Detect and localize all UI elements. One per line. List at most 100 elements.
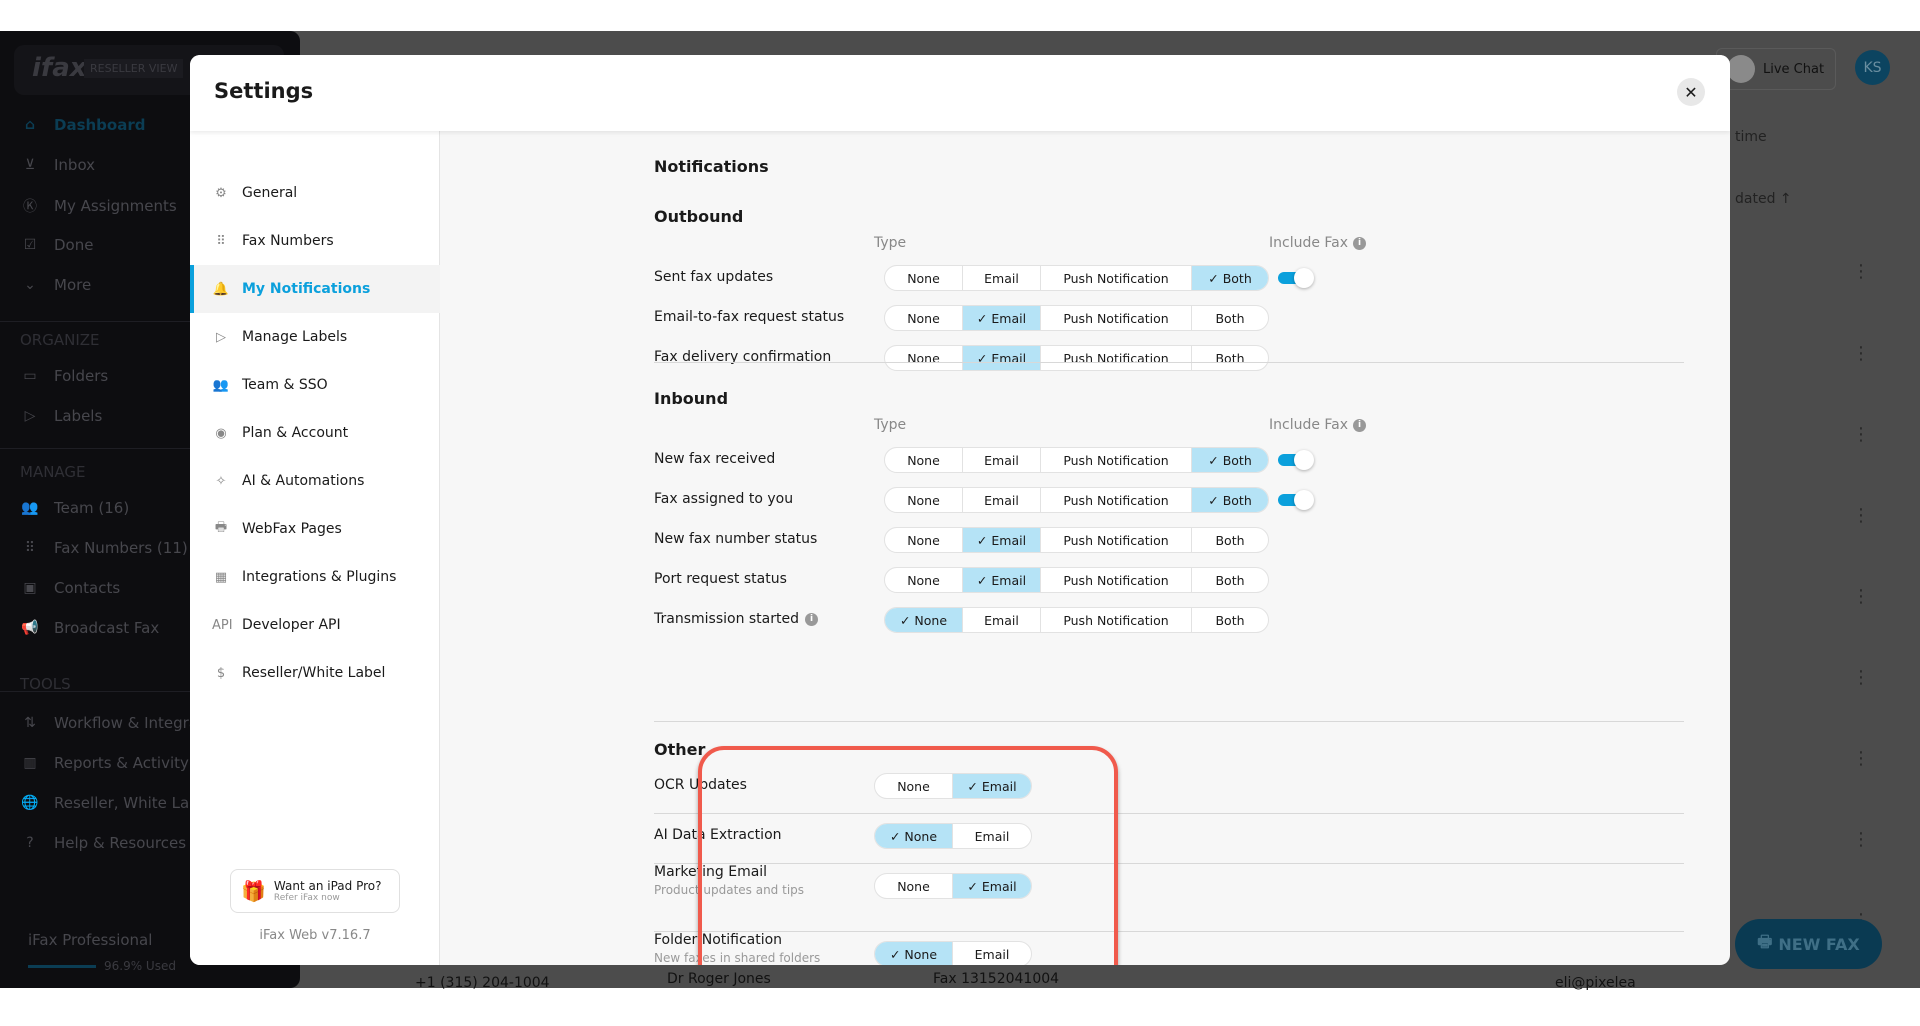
sidebar-item[interactable]: ⊻ Inbox [20,156,95,174]
option-both[interactable]: ✓ Both [1192,266,1268,290]
option-push-notification[interactable]: Push Notification [1041,488,1192,512]
option-none[interactable]: None [885,448,963,472]
option-none[interactable]: None [885,488,963,512]
label-icon: ▷ [24,408,36,424]
outbound-heading: Outbound [654,207,744,226]
gear-icon: ⚙ [215,185,227,201]
notification-row-label: Fax assigned to you [654,491,794,507]
row-menu-icon[interactable]: ⋮ [1852,424,1870,445]
row-menu-icon[interactable]: ⋮ [1852,343,1870,364]
sidebar-item[interactable]: Ⓚ My Assignments [20,196,177,216]
nav-item[interactable]: $ Reseller/White Label [190,649,440,697]
option-push-notification[interactable]: Push Notification [1041,528,1192,552]
include-fax-toggle[interactable] [1278,490,1314,510]
row-menu-icon[interactable]: ⋮ [1852,505,1870,526]
option-push-notification[interactable]: Push Notification [1041,568,1192,592]
row-menu-icon[interactable]: ⋮ [1852,261,1870,282]
folder-icon: ▭ [23,368,37,384]
nav-item[interactable]: API Developer API [190,601,440,649]
modal-header: Settings ✕ [190,55,1730,131]
sidebar-item[interactable]: ⌂ Dashboard [20,116,146,134]
option-email[interactable]: Email [963,608,1041,632]
row-menu-icon[interactable]: ⋮ [1852,667,1870,688]
type-column-label: Type [874,417,907,433]
option-none[interactable]: None [885,528,963,552]
row-menu-icon[interactable]: ⋮ [1852,748,1870,769]
app-version: iFax Web v7.16.7 [259,928,371,943]
option-push-notification[interactable]: Push Notification [1041,608,1192,632]
new-fax-button[interactable]: 🖶 NEW FAX [1735,919,1882,969]
bell-icon: 🔔 [212,281,230,297]
sidebar-item[interactable]: 📢 Broadcast Fax [20,619,159,637]
printer-icon: 🖶 [1757,931,1773,951]
option-push-notification[interactable]: Push Notification [1041,346,1192,370]
option-segmented-control: ✓ None Email Push Notification Both [884,607,1269,633]
nav-item[interactable]: 🔔 My Notifications [190,265,440,313]
option-segmented-control: None ✓ Email Push Notification Both [884,527,1269,553]
sidebar-item[interactable]: ⇅ Workflow & Integrat [20,714,204,732]
sidebar-item[interactable]: ⌄ More [20,276,91,294]
dialpad-hand-icon: ⠿ [216,233,226,249]
row-menu-icon[interactable]: ⋮ [1852,829,1870,850]
option-none[interactable]: ✓ None [885,608,963,632]
option-both[interactable]: ✓ Both [1192,448,1268,472]
check-icon: ✓ [976,350,992,366]
reseller-view-toggle[interactable]: RESELLER VIEW [84,59,184,78]
include-fax-toggle[interactable] [1278,268,1314,288]
option-email[interactable]: ✓ Email [963,306,1041,330]
sidebar-item[interactable]: ⠿ Fax Numbers (11) [20,539,188,557]
plan-name: iFax Professional [28,931,153,949]
option-none[interactable]: None [885,346,963,370]
user-avatar[interactable]: KS [1855,50,1890,85]
sidebar-item[interactable]: ? Help & Resources [20,834,186,852]
option-none[interactable]: None [885,568,963,592]
sidebar-item[interactable]: 🌐 Reseller, White Lab [20,794,198,812]
sidebar-item[interactable]: ▷ Labels [20,407,103,425]
option-email[interactable]: ✓ Email [963,528,1041,552]
option-both[interactable]: Both [1192,568,1268,592]
info-icon: i [1353,236,1367,250]
sidebar-item[interactable]: ▥ Reports & Activity [20,754,189,772]
option-push-notification[interactable]: Push Notification [1041,266,1192,290]
nav-item[interactable]: ▷ Manage Labels [190,313,440,361]
option-both[interactable]: ✓ Both [1192,488,1268,512]
option-none[interactable]: None [885,306,963,330]
sort-column[interactable]: dated ↑ [1735,191,1792,207]
nav-item[interactable]: 🖶 WebFax Pages [190,505,440,553]
option-both[interactable]: Both [1192,306,1268,330]
referral-promo[interactable]: 🎁 Want an iPad Pro? Refer iFax now [230,869,400,913]
option-email[interactable]: Email [963,448,1041,472]
option-email[interactable]: Email [963,266,1041,290]
option-email[interactable]: ✓ Email [963,346,1041,370]
sort-select[interactable]: time [1735,129,1767,145]
notification-row-label: New fax received [654,451,776,467]
nav-item[interactable]: ✧ AI & Automations [190,457,440,505]
include-fax-toggle[interactable] [1278,450,1314,470]
grid-icon: ▦ [214,569,228,585]
sidebar-item[interactable]: ☑ Done [20,236,94,254]
check-icon: ✓ [899,612,915,628]
close-button[interactable]: ✕ [1677,78,1705,106]
sidebar-item[interactable]: ▭ Folders [20,367,108,385]
nav-item[interactable]: ⠿ Fax Numbers [190,217,440,265]
row-menu-icon[interactable]: ⋮ [1852,586,1870,607]
notification-row-label: Port request status [654,571,787,587]
option-none[interactable]: None [885,266,963,290]
check-icon: ✓ [976,532,992,548]
option-email[interactable]: ✓ Email [963,568,1041,592]
live-chat-button[interactable]: Live Chat [1716,48,1836,90]
sidebar-item[interactable]: 👥 Team (16) [20,499,129,517]
option-push-notification[interactable]: Push Notification [1041,306,1192,330]
nav-item[interactable]: ◉ Plan & Account [190,409,440,457]
option-both[interactable]: Both [1192,608,1268,632]
nav-item[interactable]: ⚙ General [190,169,440,217]
option-email[interactable]: Email [963,488,1041,512]
sidebar-item[interactable]: ▣ Contacts [20,579,120,597]
nav-item[interactable]: 👥 Team & SSO [190,361,440,409]
option-both[interactable]: Both [1192,346,1268,370]
nav-item[interactable]: ▦ Integrations & Plugins [190,553,440,601]
option-push-notification[interactable]: Push Notification [1041,448,1192,472]
inbound-heading: Inbound [654,389,729,408]
option-both[interactable]: Both [1192,528,1268,552]
row-email: eli@pixelea [1555,975,1636,991]
